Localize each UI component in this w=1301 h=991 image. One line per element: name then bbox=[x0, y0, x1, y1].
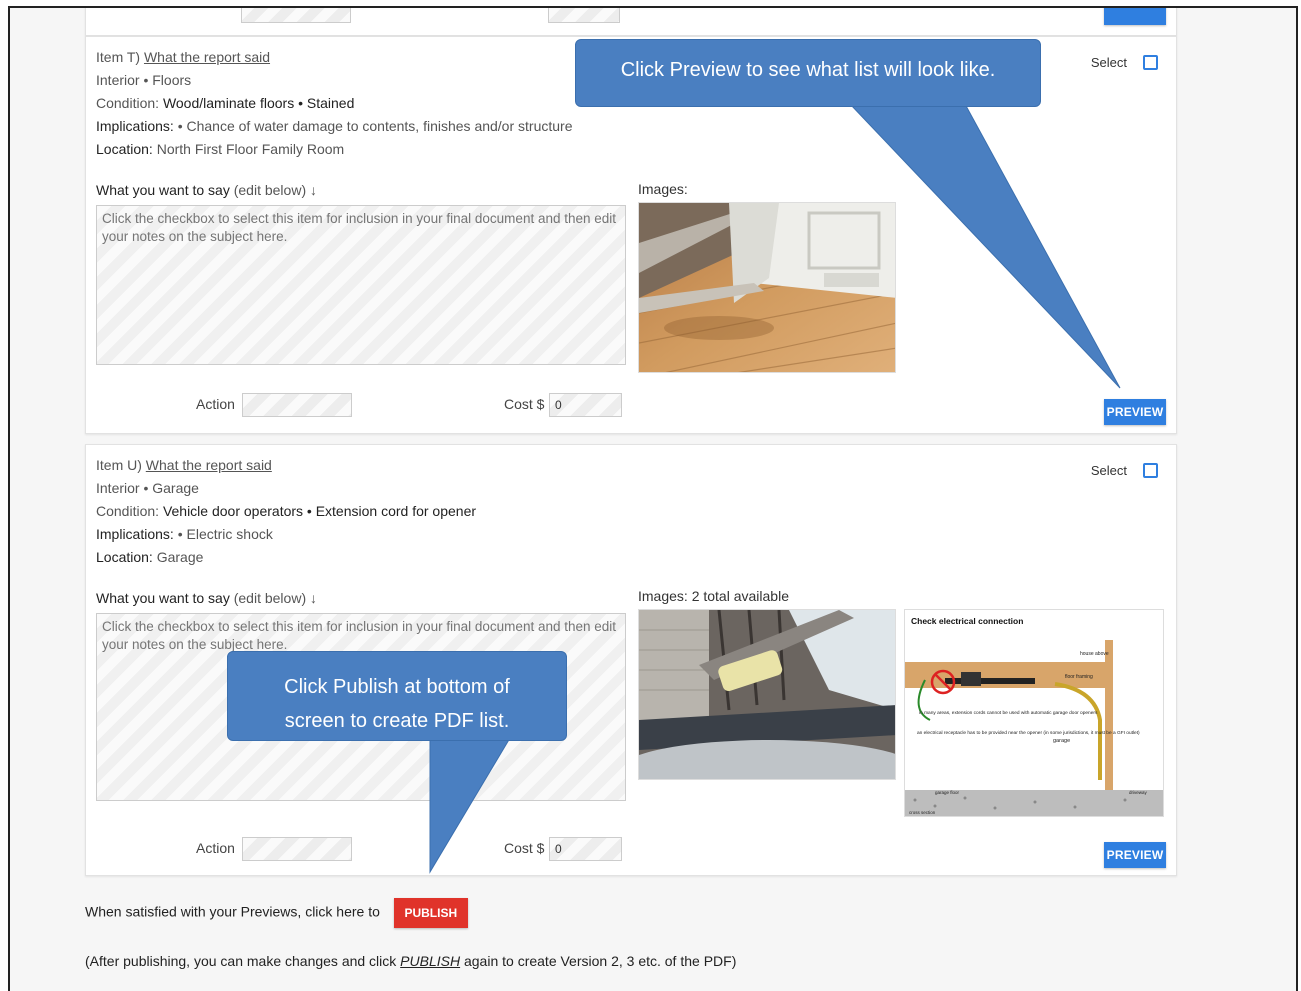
say-label: What you want to say (edit below) ↓ bbox=[96, 182, 317, 198]
implications-value: • Chance of water damage to contents, fi… bbox=[177, 118, 573, 134]
say-hint: (edit below) ↓ bbox=[233, 590, 317, 606]
floor-stain-photo[interactable] bbox=[638, 202, 896, 373]
location-label: Location: bbox=[96, 549, 153, 565]
item-category: Interior • Garage bbox=[96, 480, 199, 496]
implications-value: • Electric shock bbox=[177, 526, 273, 542]
implications-label: Implications: bbox=[96, 118, 174, 134]
diagram-note-extension-cords: in many areas, extension cords cannot be… bbox=[919, 710, 1098, 716]
screenshot-frame: Item T) What the report said Interior • … bbox=[8, 6, 1298, 991]
condition-line: Condition: Vehicle door operators • Exte… bbox=[96, 503, 476, 519]
floor-stain-image bbox=[639, 203, 895, 372]
condition-value: Vehicle door operators • Extension cord … bbox=[162, 503, 477, 519]
condition-value: Wood/laminate floors • Stained bbox=[162, 95, 355, 111]
report-link[interactable]: What the report said bbox=[144, 49, 270, 65]
images-label: Images: bbox=[638, 181, 688, 197]
cost-label: Cost $ bbox=[504, 840, 545, 856]
diagram-garage: garage bbox=[1053, 738, 1070, 744]
select-checkbox[interactable] bbox=[1143, 55, 1158, 70]
select-label: Select bbox=[1090, 55, 1127, 70]
implications-label: Implications: bbox=[96, 526, 174, 542]
select-control: Select bbox=[1091, 463, 1158, 478]
location-line: Location: North First Floor Family Room bbox=[96, 141, 344, 157]
say-label: What you want to say (edit below) ↓ bbox=[96, 590, 317, 606]
item-category: Interior • Floors bbox=[96, 72, 192, 88]
electrical-diagram[interactable]: Check electrical connection floor framin… bbox=[904, 609, 1164, 817]
item-prefix: Item T) bbox=[96, 49, 141, 65]
implications-line: Implications: • Chance of water damage t… bbox=[96, 118, 573, 134]
location-line: Location: Garage bbox=[96, 549, 203, 565]
diagram-garage-floor: garage floor bbox=[935, 790, 960, 795]
diagram-driveway: driveway bbox=[1129, 790, 1148, 795]
preview-tip-callout: Click Preview to see what list will look… bbox=[575, 39, 1041, 107]
images-label: Images: 2 total available bbox=[638, 588, 789, 604]
implications-line: Implications: • Electric shock bbox=[96, 526, 273, 542]
say-hint: (edit below) ↓ bbox=[233, 182, 317, 198]
action-label: Action bbox=[196, 396, 235, 412]
previous-item-card bbox=[85, 8, 1177, 36]
after-publish-note: (After publishing, you can make changes … bbox=[85, 953, 736, 969]
preview-button-previous[interactable] bbox=[1104, 8, 1166, 25]
after-prefix: (After publishing, you can make changes … bbox=[85, 953, 401, 969]
garage-opener-photo[interactable] bbox=[638, 609, 896, 780]
select-label: Select bbox=[1090, 463, 1127, 478]
after-publish-link[interactable]: PUBLISH bbox=[400, 953, 460, 969]
item-prefix: Item U) bbox=[96, 457, 142, 473]
preview-button[interactable]: PREVIEW bbox=[1104, 399, 1166, 425]
action-input-previous[interactable] bbox=[241, 8, 351, 23]
condition-label: Condition: bbox=[96, 503, 160, 519]
cost-input-previous[interactable] bbox=[548, 8, 620, 23]
publish-line: When satisfied with your Previews, click… bbox=[85, 898, 468, 928]
preview-button[interactable]: PREVIEW bbox=[1104, 842, 1166, 868]
notes-textarea[interactable] bbox=[96, 205, 626, 365]
electrical-diagram-image: Check electrical connection floor framin… bbox=[905, 610, 1163, 816]
diagram-section: cross section bbox=[909, 810, 936, 815]
say-label-text: What you want to say bbox=[96, 182, 230, 198]
cost-label: Cost $ bbox=[504, 396, 545, 412]
diagram-title: Check electrical connection bbox=[911, 616, 1023, 626]
location-label: Location: bbox=[96, 141, 153, 157]
garage-opener-image bbox=[639, 610, 895, 779]
item-title: Item U) What the report said bbox=[96, 457, 272, 473]
diagram-note-receptacle: an electrical receptacle has to be provi… bbox=[917, 730, 1140, 736]
after-suffix: again to create Version 2, 3 etc. of the… bbox=[460, 953, 737, 969]
action-input[interactable] bbox=[242, 393, 352, 417]
location-value: Garage bbox=[156, 549, 204, 565]
diagram-floor-framing: floor framing bbox=[1065, 674, 1093, 680]
publish-prompt: When satisfied with your Previews, click… bbox=[85, 903, 380, 920]
action-label: Action bbox=[196, 840, 235, 856]
action-input[interactable] bbox=[242, 837, 352, 861]
publish-tip-callout: Click Publish at bottom of screen to cre… bbox=[227, 651, 567, 741]
select-checkbox[interactable] bbox=[1143, 463, 1158, 478]
location-value: North First Floor Family Room bbox=[156, 141, 345, 157]
publish-button[interactable]: PUBLISH bbox=[393, 898, 468, 928]
cost-input[interactable]: 0 bbox=[549, 393, 622, 417]
cost-input[interactable]: 0 bbox=[549, 837, 622, 861]
condition-label: Condition: bbox=[96, 95, 160, 111]
report-link[interactable]: What the report said bbox=[146, 457, 272, 473]
say-label-text: What you want to say bbox=[96, 590, 230, 606]
diagram-house-above: house above bbox=[1080, 651, 1109, 657]
item-title: Item T) What the report said bbox=[96, 49, 270, 65]
select-control: Select bbox=[1091, 55, 1158, 70]
condition-line: Condition: Wood/laminate floors • Staine… bbox=[96, 95, 354, 111]
